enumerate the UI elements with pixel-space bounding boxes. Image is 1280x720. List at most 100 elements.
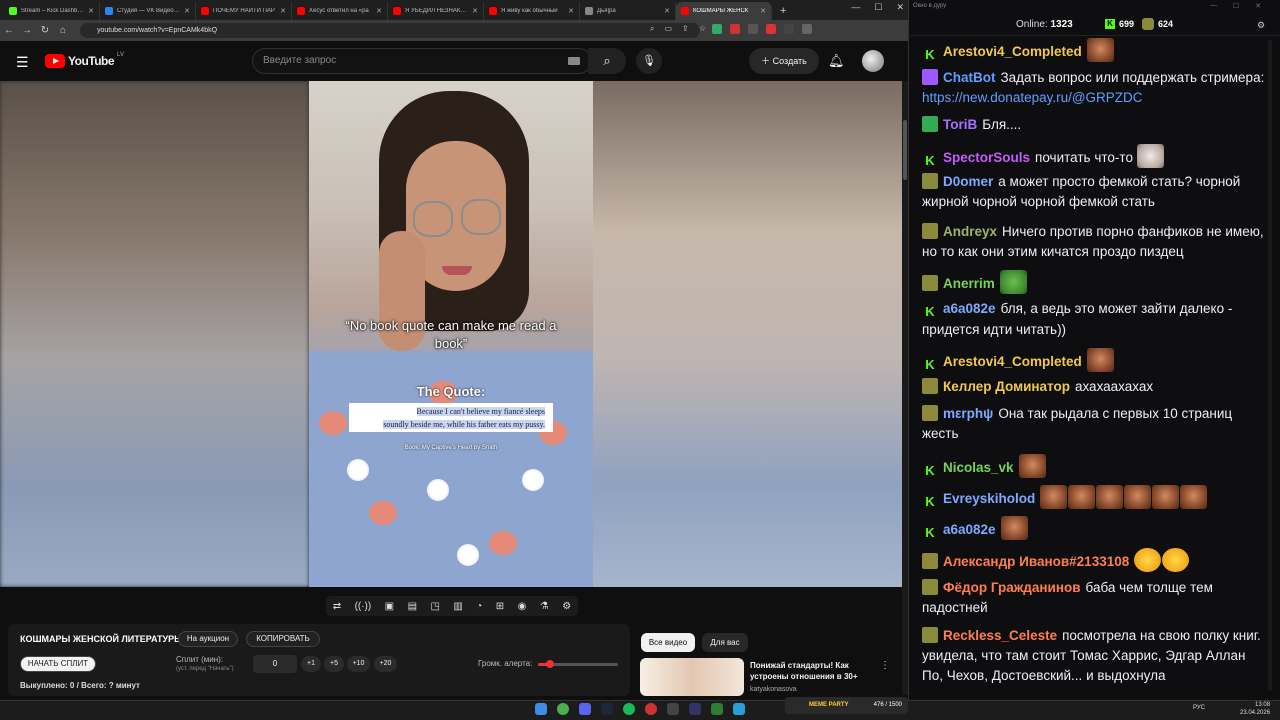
chat-username[interactable]: Reckless_Celeste xyxy=(943,628,1057,643)
chat-link[interactable]: https://new.donatepay.ru/@GRPZDC xyxy=(922,90,1143,105)
browser-tab[interactable]: Я УБЕДИЛ НЕЗНАКОМ ✕ xyxy=(388,2,484,20)
tab-close-icon[interactable]: ✕ xyxy=(760,7,766,15)
chat-username[interactable]: Arestovi4_Completed xyxy=(943,354,1082,369)
increment-1-button[interactable]: +1 xyxy=(301,656,321,672)
browser-tab[interactable]: Дья|ра ✕ xyxy=(580,2,676,20)
app-icon[interactable] xyxy=(667,703,679,715)
chat-settings-icon[interactable]: ⚙ xyxy=(1257,20,1265,31)
chat-scrollbar[interactable] xyxy=(1268,40,1272,690)
chrome-icon[interactable] xyxy=(557,703,569,715)
tab-close-icon[interactable]: ✕ xyxy=(568,7,574,15)
copy-button[interactable]: КОПИРОВАТЬ xyxy=(246,631,320,647)
volume-slider-handle[interactable] xyxy=(546,660,554,668)
browser-tab[interactable]: Stream – Kick Dashboar ✕ xyxy=(4,2,100,20)
folder-icon[interactable]: ▤ xyxy=(408,601,417,612)
maximize-icon[interactable]: ☐ xyxy=(874,2,882,13)
browser-tab[interactable]: КОШМАРЫ ЖЕНСК ✕ xyxy=(676,2,772,20)
tab-for-you[interactable]: Для вас xyxy=(702,633,748,652)
back-icon[interactable]: ← xyxy=(0,25,18,36)
chat-username[interactable]: a6a082e xyxy=(943,301,996,316)
chat-username[interactable]: D0omer xyxy=(943,174,993,189)
increment-10-button[interactable]: +10 xyxy=(347,656,370,672)
start-split-button[interactable]: НАЧАТЬ СПЛИТ xyxy=(20,656,96,672)
chat-username[interactable]: Anerrim xyxy=(943,276,995,291)
close-icon[interactable]: ✕ xyxy=(1255,2,1261,10)
start-icon[interactable] xyxy=(535,703,547,715)
reload-icon[interactable]: ↻ xyxy=(36,25,54,36)
chat-username[interactable]: Evreyskiholod xyxy=(943,491,1035,506)
chat-username[interactable]: Фёдор Гражданинов xyxy=(943,580,1081,595)
loop-icon[interactable]: ⇄ xyxy=(333,601,341,612)
tab-close-icon[interactable]: ✕ xyxy=(664,7,670,15)
tab-all-videos[interactable]: Все видео xyxy=(641,633,695,652)
notifications-bell-icon[interactable]: 🔔︎ xyxy=(828,53,845,69)
search-input[interactable]: Введите запрос xyxy=(252,48,592,74)
discord-icon[interactable] xyxy=(579,703,591,715)
maximize-icon[interactable]: ☐ xyxy=(1233,2,1239,10)
extension-icon[interactable] xyxy=(730,24,740,34)
extension-icon[interactable] xyxy=(712,24,722,34)
keyboard-icon[interactable] xyxy=(568,57,580,65)
home-icon[interactable]: ⌂ xyxy=(54,25,72,36)
extension-icon[interactable] xyxy=(748,24,758,34)
camera-icon[interactable]: ◉ xyxy=(518,601,527,612)
increment-5-button[interactable]: +5 xyxy=(324,656,344,672)
cast-icon[interactable]: ▭ xyxy=(664,24,672,34)
pip-icon[interactable]: ◳ xyxy=(430,601,439,612)
spotify-icon[interactable] xyxy=(623,703,635,715)
auction-button[interactable]: На аукцион xyxy=(178,631,238,647)
minimize-icon[interactable]: — xyxy=(851,2,860,13)
minimize-icon[interactable]: — xyxy=(1210,2,1217,10)
tab-close-icon[interactable]: ✕ xyxy=(280,7,286,15)
browser-tab[interactable]: ПОЧЕМУ НАЙТИ ПАР ✕ xyxy=(196,2,292,20)
system-clock[interactable]: 13:08 23.04.2026 xyxy=(1240,701,1270,717)
chat-username[interactable]: Andreyx xyxy=(943,224,997,239)
recommendation-thumbnail[interactable] xyxy=(640,658,744,696)
extension-icon[interactable] xyxy=(784,24,794,34)
puzzle-icon[interactable] xyxy=(802,24,812,34)
tab-close-icon[interactable]: ✕ xyxy=(88,7,94,15)
speed-icon[interactable]: ◔ xyxy=(476,601,482,612)
gear-icon[interactable]: ⚙ xyxy=(562,601,571,612)
language-indicator[interactable]: РУС xyxy=(1193,705,1205,711)
browser-tab[interactable]: Хесус ответил на «ра ✕ xyxy=(292,2,388,20)
new-tab-icon[interactable]: + xyxy=(772,2,794,20)
flask-icon[interactable]: ⚗ xyxy=(540,601,549,612)
telegram-icon[interactable] xyxy=(733,703,745,715)
chat-username[interactable]: Nicolas_vk xyxy=(943,460,1014,475)
recommendation-title[interactable]: Понижай стандарты! Как устроены отношени… xyxy=(750,660,875,682)
video-frame[interactable]: “No book quote can make me read a book” … xyxy=(309,81,593,587)
frame-icon[interactable]: ⊞ xyxy=(496,601,504,612)
chat-username[interactable]: ToriB xyxy=(943,117,977,132)
increment-20-button[interactable]: +20 xyxy=(374,656,397,672)
share-icon[interactable]: ⇪ xyxy=(682,24,689,34)
tab-close-icon[interactable]: ✕ xyxy=(472,7,478,15)
account-avatar[interactable] xyxy=(862,50,884,72)
tab-close-icon[interactable]: ✕ xyxy=(376,7,382,15)
close-icon[interactable]: ✕ xyxy=(896,2,904,13)
recommendation-channel[interactable]: katyakonasova xyxy=(750,686,797,693)
chat-username[interactable]: ChatBot xyxy=(943,70,996,85)
chat-username[interactable]: mεrphψ xyxy=(943,406,993,421)
meme-party-widget[interactable]: MEME PARTY 476 / 1500 xyxy=(785,697,908,714)
chat-username[interactable]: Arestovi4_Completed xyxy=(943,44,1082,59)
tab-close-icon[interactable]: ✕ xyxy=(184,7,190,15)
create-button[interactable]: ＋ Создать xyxy=(749,48,819,74)
browser-tab[interactable]: Я живу как обычный ✕ xyxy=(484,2,580,20)
page-scrollbar-thumb[interactable] xyxy=(903,120,907,180)
voice-search-button[interactable]: 🎙︎ xyxy=(636,48,662,74)
split-minutes-input[interactable]: 0 xyxy=(253,655,297,673)
steam-icon[interactable] xyxy=(601,703,613,715)
chat-username[interactable]: Келлер Доминатор xyxy=(943,379,1070,394)
more-vert-icon[interactable]: ⋮ xyxy=(880,660,890,671)
app-icon[interactable] xyxy=(711,703,723,715)
url-field[interactable]: youtube.com/watch?v=EpnCAMk4bkQ xyxy=(80,23,700,38)
chat-username[interactable]: a6a082e xyxy=(943,522,996,537)
browser-tab[interactable]: Студия — VK Видео (Ан ✕ xyxy=(100,2,196,20)
chat-username[interactable]: SpectorSouls xyxy=(943,150,1030,165)
zoom-icon[interactable]: ⌕ xyxy=(650,24,654,34)
extension-icon[interactable] xyxy=(766,24,776,34)
video-player[interactable]: “No book quote can make me read a book” … xyxy=(0,81,902,587)
chat-username[interactable]: Александр Иванов#2133108 xyxy=(943,554,1129,569)
forward-icon[interactable]: → xyxy=(18,25,36,36)
